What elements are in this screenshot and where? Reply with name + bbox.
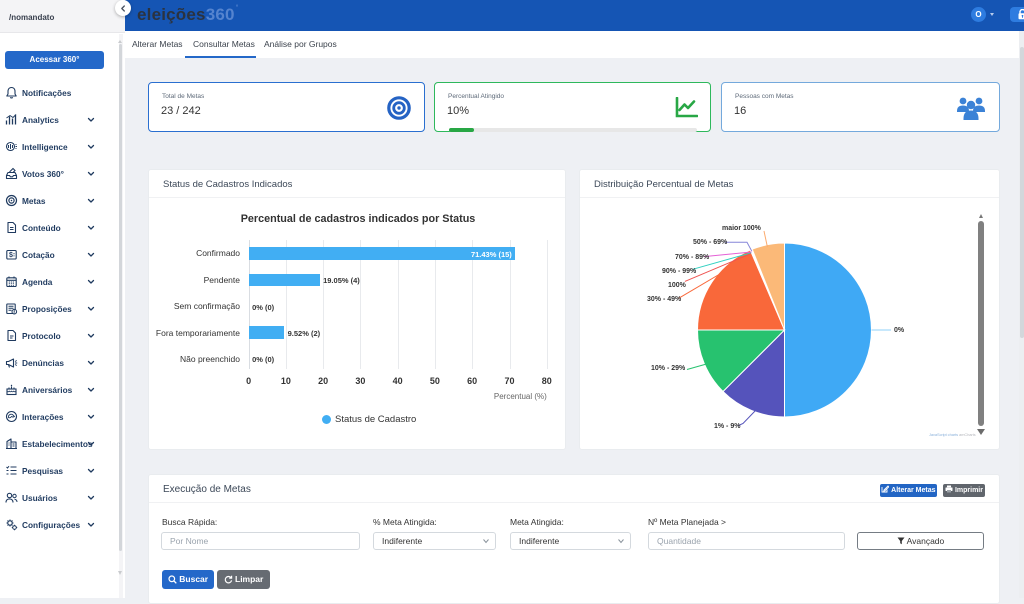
svg-text:$: $ (9, 252, 13, 259)
